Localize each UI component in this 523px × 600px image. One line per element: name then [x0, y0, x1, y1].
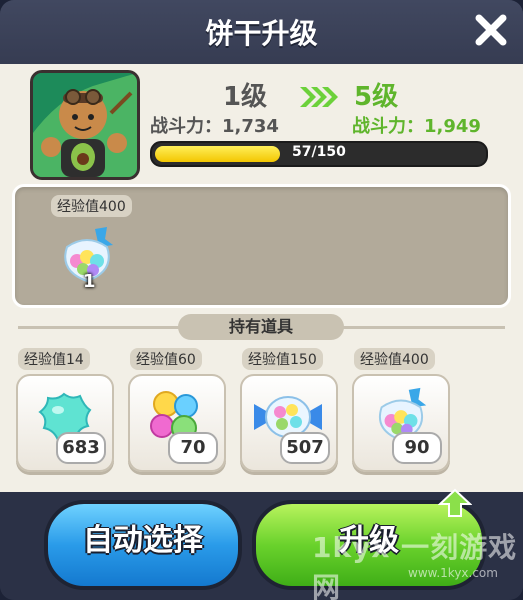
level-up-arrows-icon — [300, 87, 338, 107]
current-level: 1级 — [222, 82, 268, 112]
xp-progress-bar: 57/150 — [150, 141, 488, 167]
dialog-header: 饼干升级 — [0, 0, 523, 67]
xp-progress-fill — [155, 146, 280, 162]
close-icon[interactable] — [473, 12, 509, 48]
item-card[interactable]: 70 — [128, 374, 226, 472]
inventory-section-title: 持有道具 — [178, 314, 344, 340]
xp-progress-text: 57/150 — [292, 144, 346, 160]
target-level: 5级 — [354, 82, 399, 112]
item-count: 70 — [168, 432, 218, 464]
item-card[interactable]: 683 — [16, 374, 114, 472]
auto-select-button[interactable]: 自动选择 — [44, 500, 242, 590]
item-xp-label: 经验值14 — [18, 348, 90, 370]
item-count: 683 — [56, 432, 106, 464]
item-count: 90 — [392, 432, 442, 464]
inventory-item-xp150[interactable]: 经验值150 507 — [240, 346, 338, 476]
selected-item-quantity: 1 — [83, 271, 96, 292]
watermark: 1kyx 一刻游戏网 — [312, 531, 518, 600]
item-card[interactable]: 90 — [352, 374, 450, 472]
item-card[interactable]: 507 — [240, 374, 338, 472]
item-xp-label: 经验值60 — [130, 348, 202, 370]
inventory-item-xp14[interactable]: 经验值14 683 — [16, 346, 114, 476]
inventory-item-xp60[interactable]: 经验值60 70 — [128, 346, 226, 476]
cookie-portrait — [30, 70, 140, 180]
upgrade-dialog: 饼干升级 1级 战斗力：1,734 5级 战斗力：1,949 57/150 经验… — [0, 0, 523, 600]
selected-items-slot[interactable]: 经验值400 1 — [12, 184, 511, 308]
cookie-character-icon — [33, 73, 137, 177]
current-power: 战斗力：1,734 — [150, 116, 279, 137]
target-power: 战斗力：1,949 — [352, 116, 481, 137]
inventory-item-xp400[interactable]: 经验值400 90 — [352, 346, 450, 476]
upgrade-arrow-icon — [438, 488, 472, 517]
item-xp-label: 经验值400 — [354, 348, 435, 370]
dialog-title: 饼干升级 — [205, 17, 318, 50]
watermark-url: www.1kyx.com — [408, 566, 498, 580]
item-xp-label: 经验值150 — [242, 348, 323, 370]
selected-item-xp-label: 经验值400 — [51, 195, 132, 217]
item-count: 507 — [280, 432, 330, 464]
